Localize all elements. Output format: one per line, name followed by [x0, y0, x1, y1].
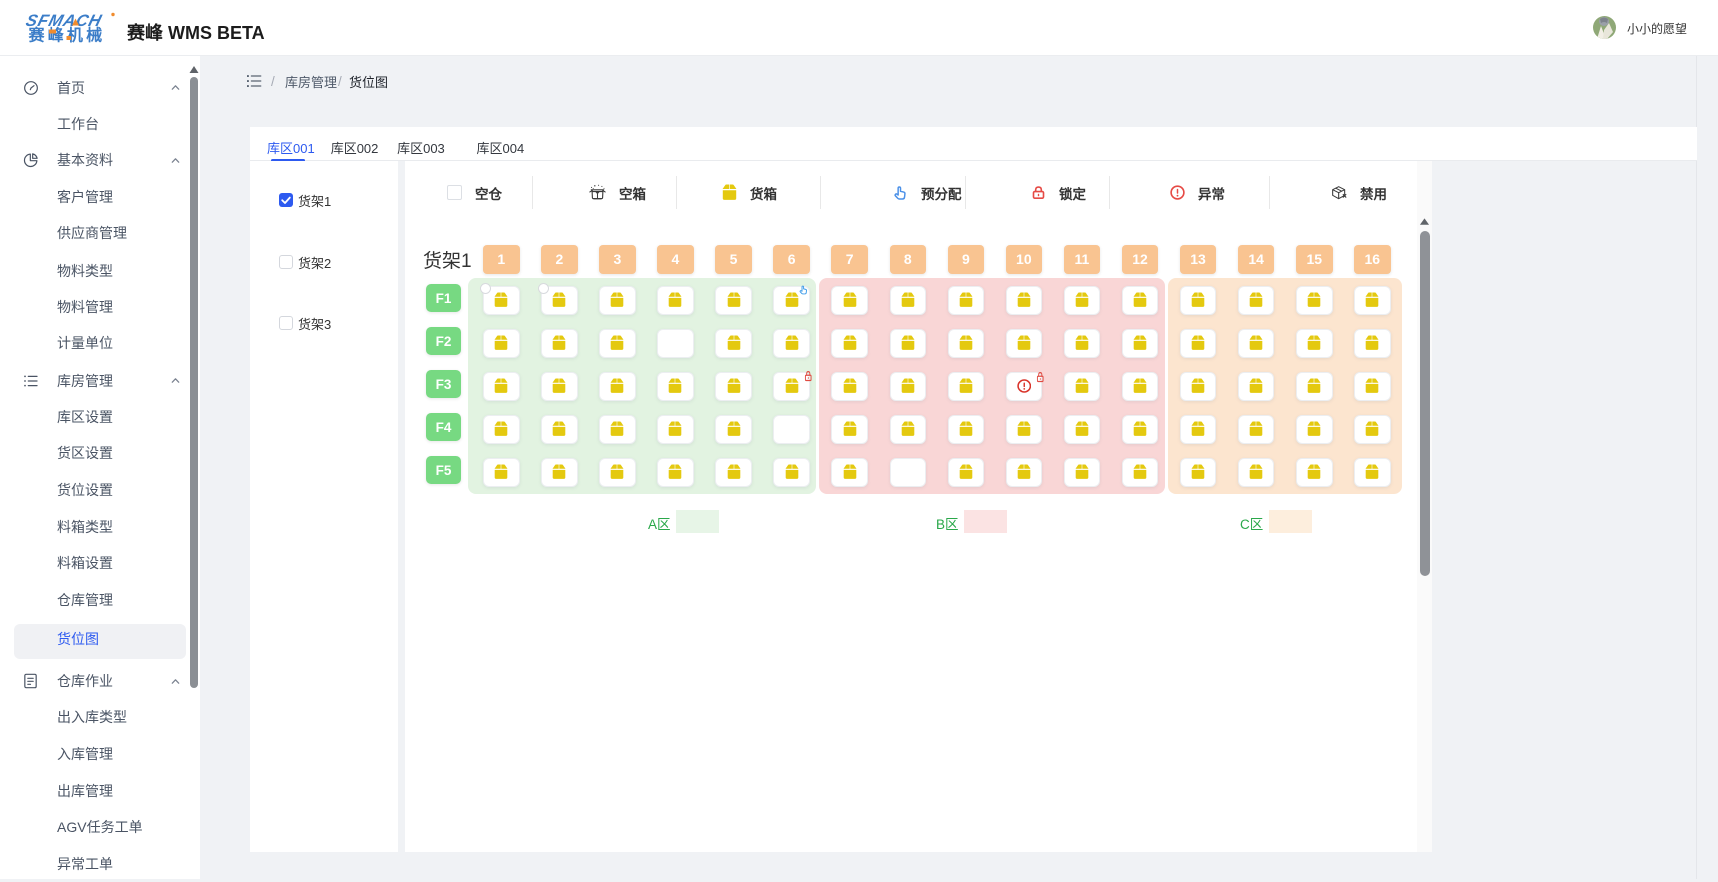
svg-text:赛峰机械: 赛峰机械: [28, 26, 106, 45]
